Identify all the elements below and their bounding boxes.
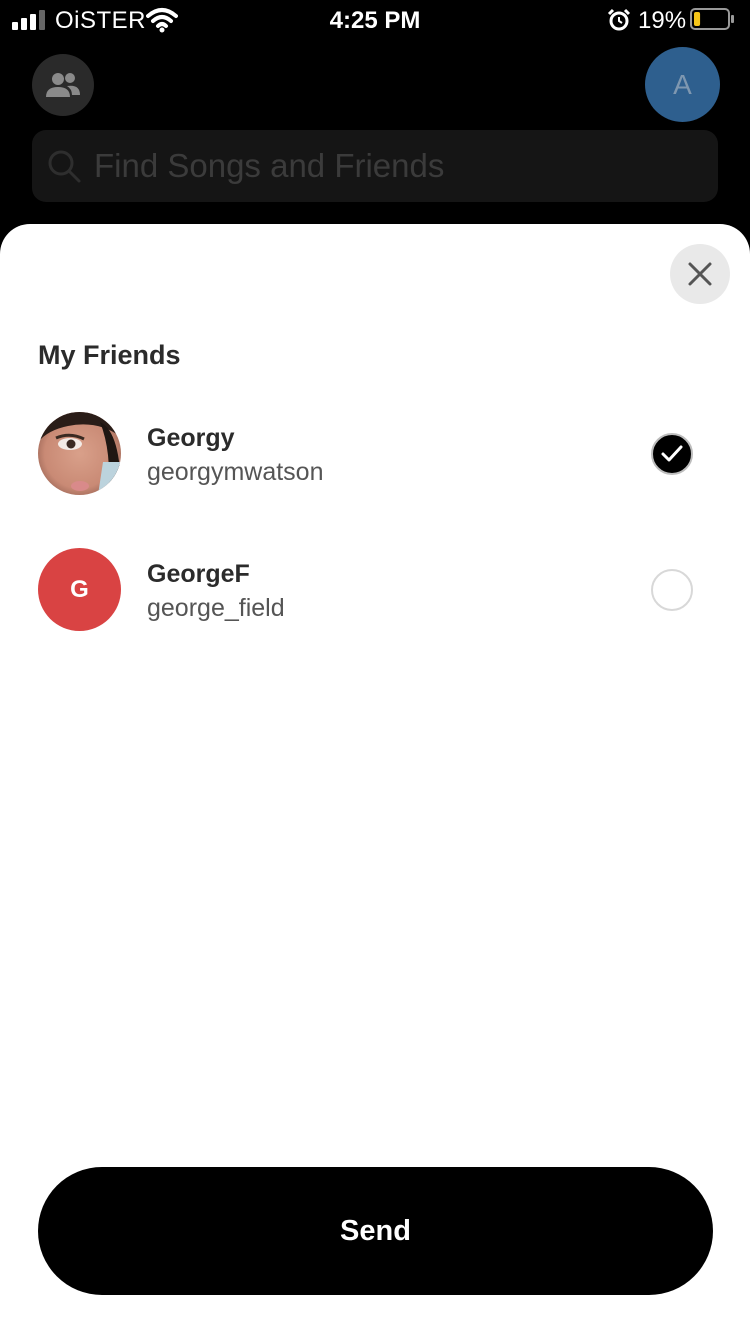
search-input[interactable] [94,130,694,202]
status-bar: OiSTER 4:25 PM 19% [0,0,750,40]
friend-select-checkbox[interactable] [651,569,693,611]
search-icon [48,150,81,183]
friend-select-checkbox[interactable] [651,433,693,475]
close-button[interactable] [670,244,730,304]
checkmark-icon [661,445,683,462]
section-title: My Friends [38,340,181,370]
avatar: G [38,548,121,631]
send-button[interactable]: Send [38,1167,713,1295]
friend-name: GeorgeF [147,560,250,588]
friend-row-georgy[interactable]: Georgy georgymwatson [0,412,750,502]
alarm-icon [607,8,631,31]
friend-name: Georgy [147,424,235,452]
friends-button[interactable] [32,54,94,116]
battery-percent: 19% [638,7,687,34]
search-bar[interactable] [32,130,718,202]
share-sheet: My Friends Georgy georgymwatson G George… [0,224,750,1334]
profile-initial: A [673,68,692,100]
avatar-initial: G [70,575,89,603]
battery-icon [690,8,734,30]
friend-handle: george_field [147,594,285,622]
people-icon [46,73,80,97]
friend-row-georgef[interactable]: G GeorgeF george_field [0,548,750,638]
friend-handle: georgymwatson [147,458,324,486]
profile-avatar[interactable]: A [645,47,720,122]
close-icon [688,262,712,286]
avatar [38,412,121,495]
